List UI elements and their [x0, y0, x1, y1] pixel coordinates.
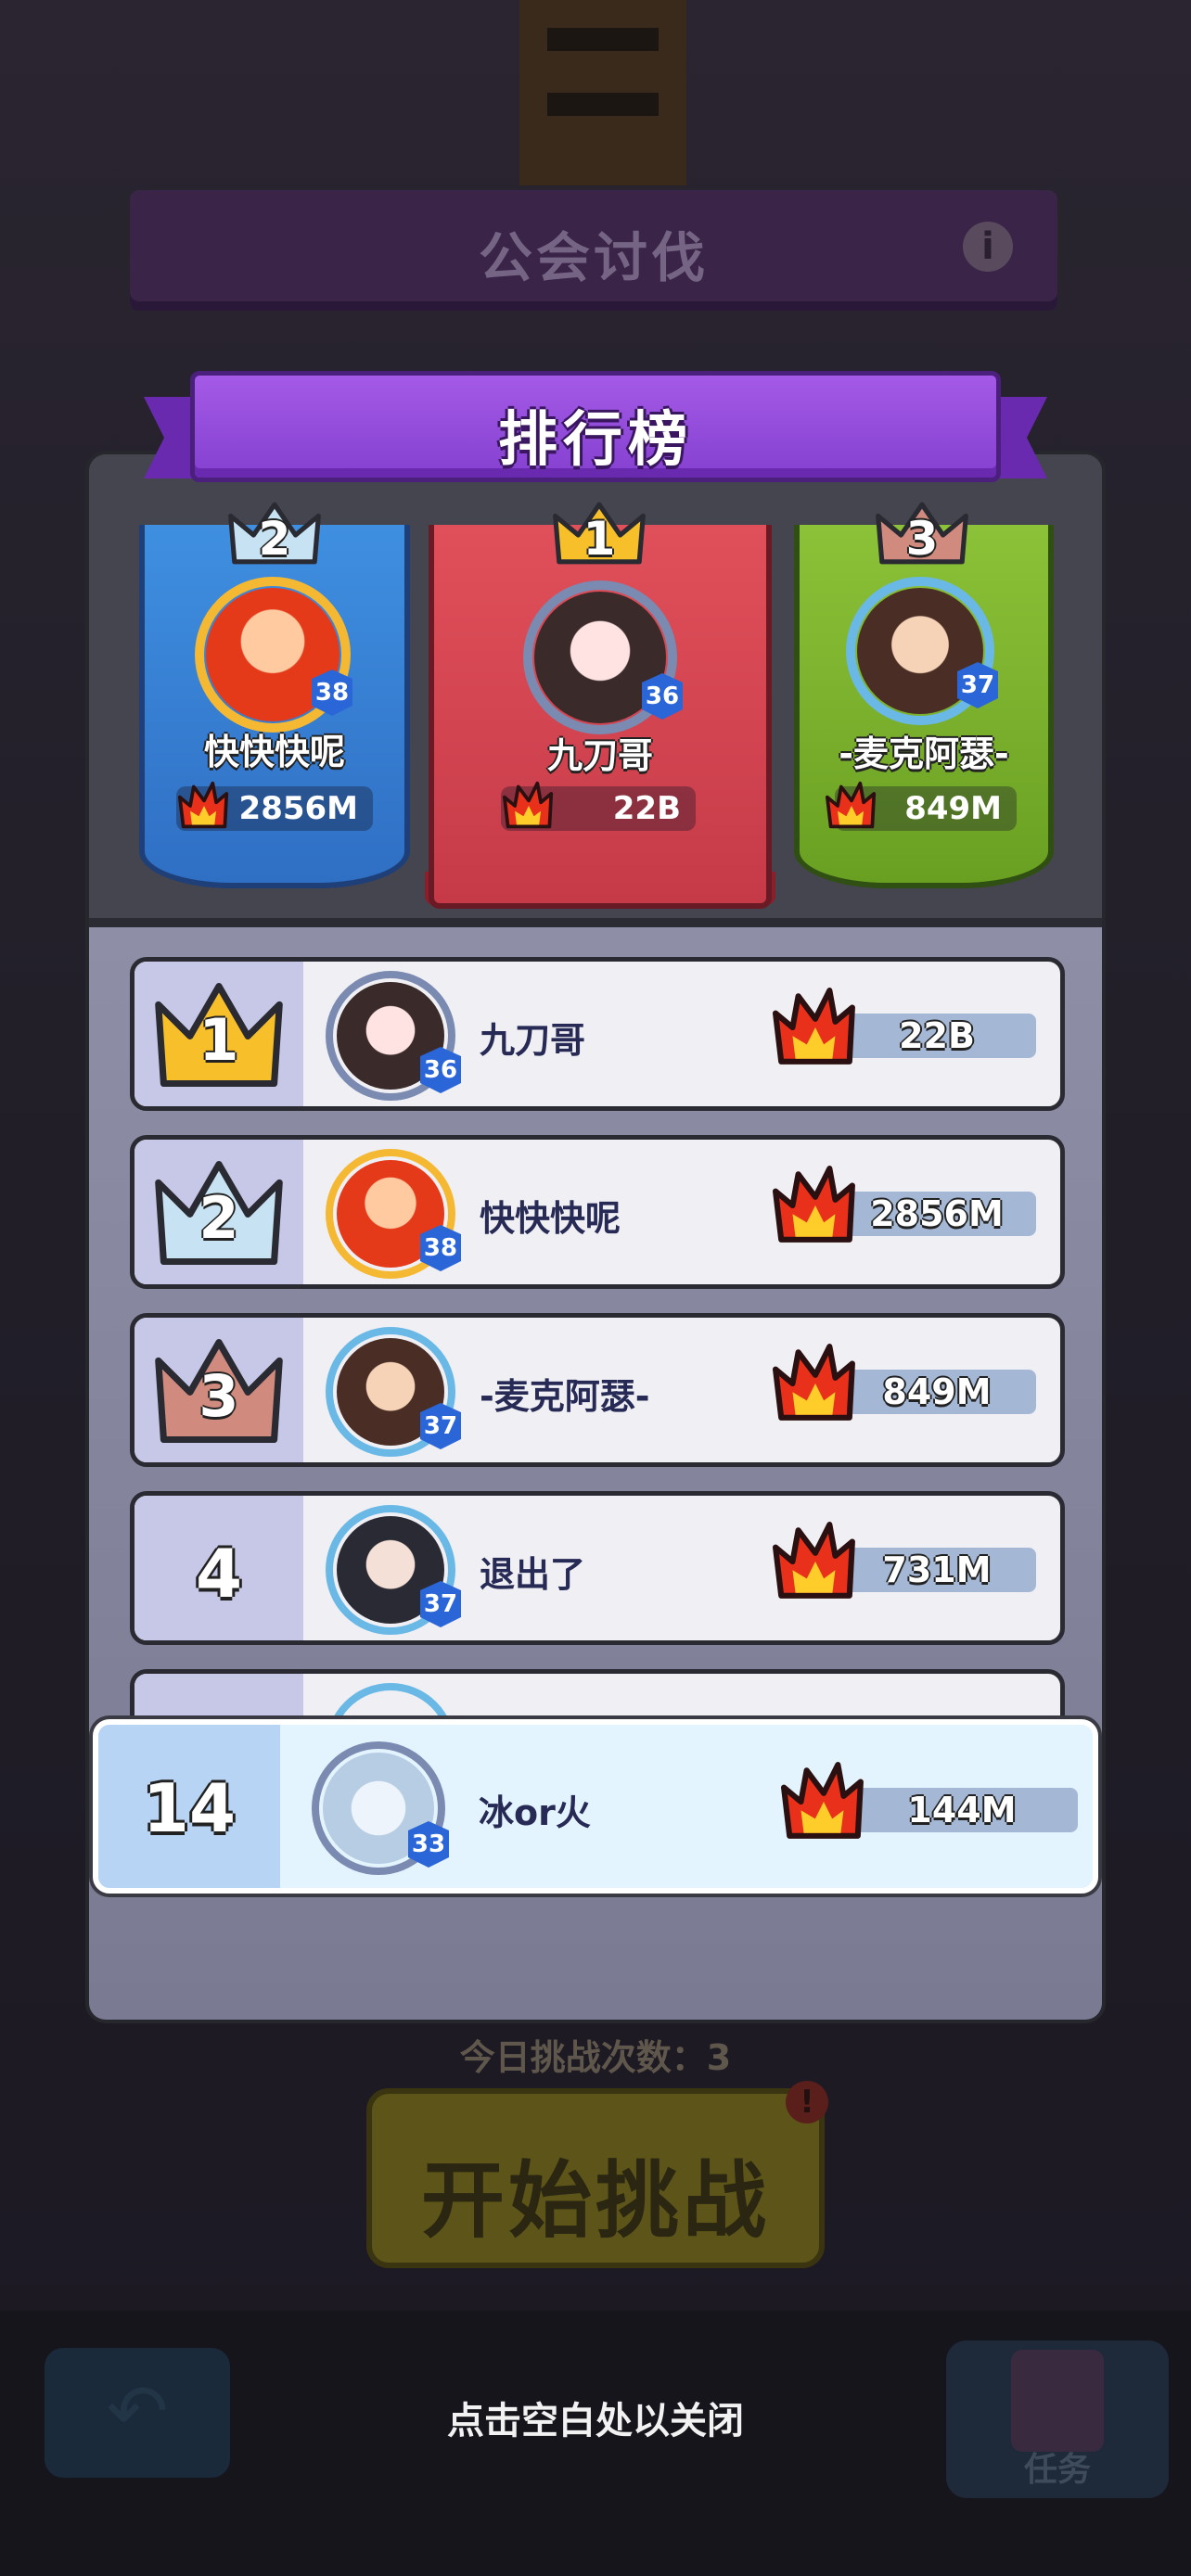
gold-crown-icon: 1 [551, 501, 647, 567]
rank-number: 1 [198, 1006, 239, 1074]
flame-icon [773, 1166, 858, 1245]
score-value: 849M [838, 1370, 1036, 1414]
avatar[interactable]: 38 [195, 577, 352, 733]
score-value: 22B [838, 1014, 1036, 1058]
tap-to-close-hint[interactable]: 点击空白处以关闭 [0, 2391, 1191, 2444]
avatar[interactable]: 33 [312, 1741, 449, 1875]
start-challenge-label: 开始挑战 [421, 2152, 770, 2250]
bronze-crown-icon: 3 [874, 501, 970, 567]
silver-crown-icon: 2 [153, 1156, 285, 1269]
score-value: 731M [838, 1548, 1036, 1592]
player-name: 冰or火 [479, 1792, 591, 1833]
flame-icon [773, 1344, 858, 1423]
rank-number: 2 [198, 1184, 239, 1252]
rank-number: 14 [142, 1769, 237, 1847]
podium-rank: 1 [583, 512, 616, 566]
player-name: -麦克阿瑟- [480, 1376, 650, 1417]
guild-raid-title-banner: 公会讨伐 i [130, 190, 1057, 311]
silver-crown-icon: 2 [226, 501, 323, 567]
leaderboard-title: 排行榜 [498, 406, 693, 475]
rank-cell: 2 [134, 1140, 303, 1284]
ranking-row[interactable]: 1 36 九刀哥 22B [130, 957, 1065, 1111]
ranking-row[interactable]: 2 38 快快快呢 2856M [130, 1135, 1065, 1289]
player-name: 九刀哥 [480, 1020, 586, 1061]
podium-rank: 3 [905, 512, 939, 566]
avatar[interactable]: 37 [326, 1327, 461, 1457]
flame-icon [773, 988, 858, 1067]
rank-number: 4 [195, 1535, 243, 1613]
flame-icon [503, 781, 555, 831]
player-name: 快快快呢 [480, 1198, 621, 1239]
rank-cell: 14 [98, 1725, 280, 1888]
rank-number: 3 [198, 1362, 239, 1430]
info-icon[interactable]: i [963, 222, 1013, 272]
podium-rank: 2 [258, 512, 291, 566]
player-name: 退出了 [480, 1554, 586, 1595]
avatar[interactable]: 37 [326, 1505, 461, 1635]
alert-badge-icon: ! [786, 2081, 828, 2123]
ranking-row[interactable]: 3 37 -麦克阿瑟- 849M [130, 1313, 1065, 1467]
rank-cell: 4 [134, 1496, 303, 1640]
leaderboard-title-ribbon: 排行榜 [144, 362, 1047, 501]
guild-raid-title: 公会讨伐 [478, 226, 709, 289]
avatar[interactable]: 36 [523, 580, 683, 734]
divider [89, 918, 1102, 927]
challenge-count-label: 今日挑战次数：3 [459, 2037, 732, 2078]
background-tower [519, 0, 686, 185]
rank-cell: 3 [134, 1318, 303, 1462]
avatar[interactable]: 36 [326, 971, 461, 1101]
score-value: 2856M [838, 1192, 1036, 1236]
flame-icon [178, 781, 230, 831]
podium-name: 快快快呢 [203, 732, 345, 772]
rank-cell: 1 [134, 962, 303, 1106]
start-challenge-button[interactable]: 开始挑战 ! [366, 2081, 828, 2268]
score-value: 144M [846, 1788, 1078, 1832]
podium-name: 九刀哥 [546, 735, 653, 776]
ribbon-body: 排行榜 [190, 371, 1001, 482]
bronze-crown-icon: 3 [153, 1334, 285, 1447]
flame-icon [773, 1522, 858, 1601]
flame-icon [781, 1762, 866, 1842]
avatar[interactable]: 38 [326, 1149, 461, 1279]
gold-crown-icon: 1 [153, 978, 285, 1091]
self-ranking-row[interactable]: 14 33 冰or火 144M [93, 1719, 1098, 1894]
podium-name: -麦克阿瑟- [839, 733, 1009, 774]
task-label: 任务 [1023, 2451, 1091, 2489]
ranking-row[interactable]: 4 37 退出了 731M [130, 1491, 1065, 1645]
avatar[interactable]: 37 [846, 577, 998, 725]
flame-icon [826, 781, 877, 831]
